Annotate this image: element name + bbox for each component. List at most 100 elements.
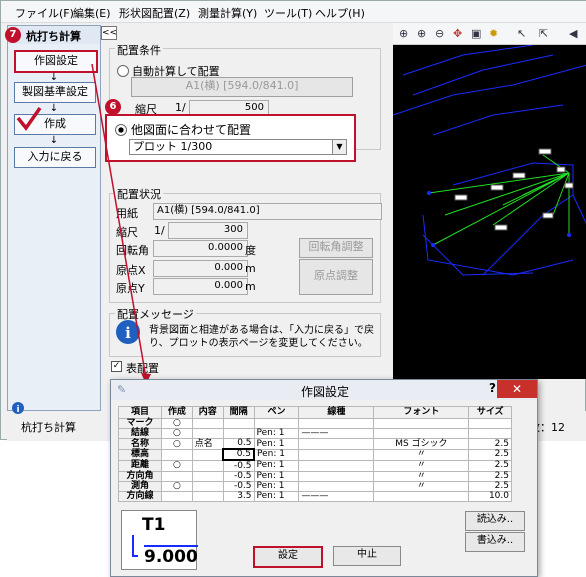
rotation-adjust-button[interactable]: 回転角調整 — [299, 238, 373, 258]
menu-survey[interactable]: 測量計算(Y) — [198, 5, 257, 21]
cancel-button[interactable]: 中止 — [333, 546, 401, 566]
table-cell[interactable]: Pen: 1 — [253, 490, 300, 503]
table-cell[interactable] — [253, 417, 300, 430]
table-cell[interactable] — [191, 470, 224, 482]
table-cell[interactable] — [160, 490, 193, 503]
menu-edit[interactable]: 編集(E) — [73, 5, 111, 21]
table-cell[interactable]: ——— — [298, 428, 375, 440]
table-cell[interactable]: -0.5 — [222, 459, 255, 472]
table-cell[interactable] — [373, 417, 470, 430]
table-row[interactable]: 距離 ○ -0.5 Pen: 1 〃 2.5 — [118, 459, 512, 472]
pan-icon[interactable]: ✥ — [453, 27, 462, 40]
table-cell[interactable]: 2.5 — [468, 480, 512, 492]
menu-tool[interactable]: ツール(T) — [264, 5, 312, 21]
table-cell[interactable] — [373, 490, 470, 503]
table-cell[interactable]: 〃 — [373, 480, 470, 492]
load-button[interactable]: 読込み.. — [465, 511, 525, 531]
table-cell[interactable]: 2.5 — [468, 438, 512, 450]
step-back-button[interactable]: 入力に戻る — [14, 147, 96, 168]
table-cell[interactable]: Pen: 1 — [253, 448, 300, 461]
table-cell[interactable]: ○ — [160, 438, 193, 450]
table-cell[interactable] — [298, 417, 375, 430]
table-cell[interactable] — [191, 459, 224, 472]
plot-select[interactable]: プロット 1/300 ▼ — [129, 139, 347, 155]
chevron-down-icon[interactable]: ▼ — [332, 140, 346, 154]
zoom-in-icon[interactable]: ⊕ — [417, 27, 426, 40]
menu-file[interactable]: ファイル(F) — [15, 5, 74, 21]
table-cell[interactable]: ——— — [298, 490, 375, 503]
table-cell[interactable]: 〃 — [373, 470, 470, 482]
table-cell[interactable]: 2.5 — [468, 448, 512, 461]
table-row[interactable]: 方向角 -0.5 Pen: 1 〃 2.5 — [118, 470, 512, 482]
table-cell[interactable]: 0.5 — [222, 438, 255, 450]
table-cell[interactable] — [222, 417, 255, 430]
menu-shape[interactable]: 形状図配置(Z) — [119, 5, 190, 21]
step-standard-button[interactable]: 製図基準設定 — [14, 82, 96, 103]
light-icon[interactable]: ✹ — [489, 27, 498, 40]
ok-button[interactable]: 設定 — [253, 546, 323, 568]
zoom-out-icon[interactable]: ⊖ — [435, 27, 444, 40]
table-cell[interactable] — [191, 490, 224, 503]
table-cell[interactable]: 0.5 — [222, 448, 256, 462]
table-cell[interactable]: 点名 — [191, 438, 224, 450]
back-icon[interactable]: ◀ — [569, 27, 577, 40]
table-cell[interactable] — [191, 428, 224, 440]
table-cell[interactable]: Pen: 1 — [253, 480, 300, 492]
table-cell[interactable]: 10.0 — [468, 490, 512, 503]
table-cell[interactable]: 〃 — [373, 448, 470, 461]
drawing-canvas[interactable] — [393, 45, 586, 379]
table-cell[interactable] — [160, 448, 193, 461]
window-icon[interactable]: ▣ — [471, 27, 481, 40]
table-cell[interactable]: ○ — [160, 459, 193, 472]
collapse-button[interactable]: << — [101, 26, 117, 40]
table-cell[interactable] — [468, 417, 512, 430]
table-cell[interactable]: ○ — [160, 428, 193, 440]
table-cell[interactable] — [468, 428, 512, 440]
table-row[interactable]: 結線 ○ Pen: 1 ——— — [118, 428, 512, 440]
select-icon[interactable]: ⇱ — [539, 27, 548, 40]
table-cell[interactable]: -0.5 — [222, 470, 255, 482]
table-row[interactable]: 名称 ○ 点名 0.5 Pen: 1 MS ゴシック 2.5 — [118, 438, 512, 450]
paper-button[interactable]: A1(横) [594.0/841.0] — [131, 77, 353, 97]
table-cell[interactable] — [298, 438, 375, 450]
table-cell[interactable]: ○ — [160, 417, 193, 430]
table-row[interactable]: 標高 0.5 Pen: 1 〃 2.5 — [118, 448, 512, 462]
pointer-icon[interactable]: ↖ — [517, 27, 526, 40]
zoom-fit-icon[interactable]: ⊕ — [399, 27, 408, 40]
table-layout-label: 表配置 — [126, 362, 159, 375]
table-cell[interactable] — [373, 428, 470, 440]
table-cell[interactable] — [298, 448, 375, 461]
match-radio[interactable] — [115, 124, 127, 136]
table-row[interactable]: 方向線 3.5 Pen: 1 ——— 10.0 — [118, 490, 512, 503]
table-cell[interactable]: 3.5 — [222, 490, 255, 503]
table-cell[interactable] — [160, 470, 193, 482]
table-cell[interactable]: 2.5 — [468, 470, 512, 482]
table-cell[interactable]: Pen: 1 — [253, 438, 300, 450]
table-cell[interactable]: 〃 — [373, 459, 470, 472]
table-cell[interactable] — [222, 428, 255, 440]
write-button[interactable]: 書込み.. — [465, 532, 525, 552]
table-row[interactable]: 測角 ○ -0.5 Pen: 1 〃 2.5 — [118, 480, 512, 492]
table-cell[interactable]: Pen: 1 — [253, 470, 300, 482]
table-cell[interactable]: MS ゴシック — [373, 438, 470, 450]
table-cell[interactable]: ○ — [160, 480, 193, 492]
table-layout-checkbox[interactable]: ✓ — [111, 361, 122, 372]
help-icon[interactable]: ? — [489, 381, 496, 395]
origin-adjust-button[interactable]: 原点調整 — [299, 259, 373, 295]
table-cell[interactable] — [191, 480, 224, 492]
table-cell[interactable]: Pen: 1 — [253, 428, 300, 440]
table-cell[interactable]: Pen: 1 — [253, 459, 300, 472]
close-icon[interactable]: ✕ — [497, 380, 537, 398]
table-cell[interactable] — [298, 480, 375, 492]
table-cell[interactable]: 2.5 — [468, 459, 512, 472]
auto-radio[interactable] — [117, 65, 129, 77]
table-cell[interactable]: -0.5 — [222, 480, 255, 492]
table-cell[interactable] — [191, 448, 224, 461]
dialog-app-icon: ✎ — [117, 383, 127, 396]
table-row[interactable]: マーク ○ — [118, 417, 512, 430]
table-cell[interactable] — [298, 470, 375, 482]
menu-help[interactable]: ヘルプ(H) — [315, 5, 365, 21]
step-drawing-settings-button[interactable]: 作図設定 — [14, 50, 98, 73]
table-cell[interactable] — [298, 459, 375, 472]
table-cell[interactable] — [191, 417, 224, 430]
